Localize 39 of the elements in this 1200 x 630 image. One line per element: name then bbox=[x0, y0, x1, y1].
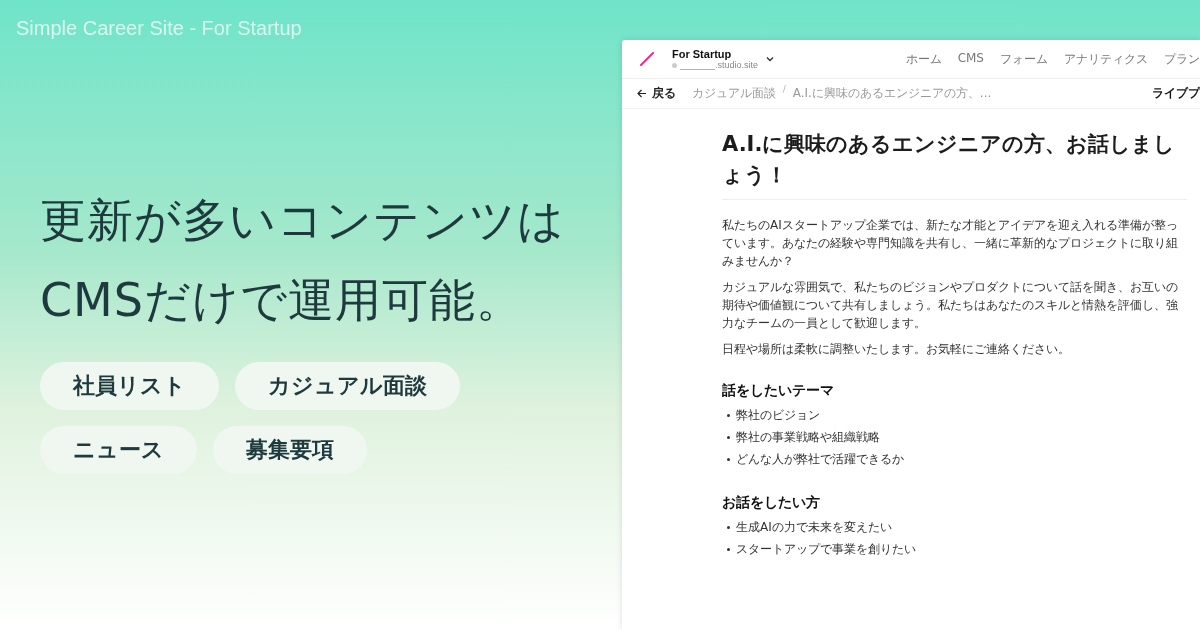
breadcrumb-item[interactable]: カジュアル面談 bbox=[692, 85, 776, 102]
nav-link[interactable]: アナリティクス bbox=[1064, 50, 1148, 68]
paragraph: 日程や場所は柔軟に調整いたします。お気軽にご連絡ください。 bbox=[722, 341, 1071, 358]
list-item: 弊社の事業戦略や組織戦略 bbox=[736, 428, 880, 446]
nav-link[interactable]: ホーム bbox=[905, 50, 942, 68]
breadcrumb-item: A.I.に興味のあるエンジニアの方、... bbox=[792, 85, 992, 102]
feature-tag: カジュアル面談 bbox=[235, 362, 460, 410]
back-button[interactable]: 戻る bbox=[637, 85, 676, 102]
page-title: Simple Career Site - For Startup bbox=[16, 16, 303, 40]
feature-tag: 募集要項 bbox=[213, 426, 367, 474]
feature-tag: ニュース bbox=[40, 426, 197, 474]
breadcrumb-separator: / bbox=[783, 85, 786, 96]
chevron-down-icon[interactable] bbox=[766, 56, 775, 62]
list-item: どんな人が弊社で活躍できるか bbox=[736, 450, 904, 468]
bullet-icon bbox=[727, 547, 730, 551]
list-item: 弊社のビジョン bbox=[736, 406, 820, 424]
bullet-icon bbox=[727, 525, 730, 529]
bullet-icon bbox=[727, 413, 730, 417]
list-item: 生成AIの力で未来を変えたい bbox=[736, 518, 892, 536]
live-preview-button[interactable]: ライブプ bbox=[1152, 85, 1200, 102]
bullet-icon bbox=[727, 457, 730, 461]
logo-icon[interactable] bbox=[640, 52, 654, 66]
headline-text: 更新が多いコンテンツは bbox=[40, 192, 566, 249]
paragraph: カジュアルな雰囲気で、私たちのビジョンやプロダクトについて話を聞き、お互いの期待や価値観について共有しましょう。私たちはあなたのスキルと情熱を評価し、強力なチームの一員として歓迎します。 bbox=[722, 279, 1179, 332]
nav-link[interactable]: フォーム bbox=[1000, 50, 1048, 68]
bullet-icon bbox=[727, 435, 730, 439]
list-item: スタートアップで事業を創りたい bbox=[736, 540, 916, 558]
arrow-left-icon bbox=[637, 89, 647, 98]
headline-text: CMSだけで運用可能。 bbox=[40, 272, 524, 329]
section-heading: 話をしたいテーマ bbox=[722, 382, 835, 400]
site-url: _______.studio.site bbox=[680, 60, 759, 70]
section-heading: お話をしたい方 bbox=[722, 494, 821, 512]
feature-tag: 社員リスト bbox=[40, 362, 219, 410]
status-dot-icon bbox=[672, 62, 677, 68]
nav-link[interactable]: プラン bbox=[1164, 50, 1200, 68]
paragraph: 私たちのAIスタートアップ企業では、新たな才能とアイデアを迎え入れる準備が整っています。あなたの経験や専門知識を共有し、一緒に革新的なプロジェクトに取り組みませんか？ bbox=[722, 217, 1179, 270]
nav-link[interactable]: CMS bbox=[957, 50, 984, 68]
article-title: A.I.に興味のあるエンジニアの方、お話しましょう！ bbox=[722, 109, 1187, 200]
site-name[interactable]: For Startup bbox=[672, 48, 759, 60]
